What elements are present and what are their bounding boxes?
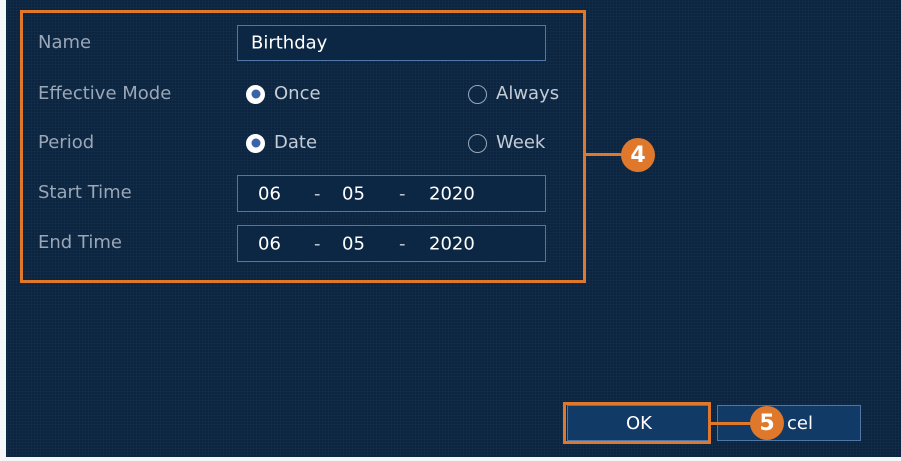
callout-connector: [586, 153, 622, 156]
ok-highlight-box: [563, 402, 711, 444]
dialog-panel: Name Birthday Effective Mode Once Always…: [6, 0, 901, 457]
step-5-callout: 5: [750, 406, 784, 440]
cancel-button-label: cel: [787, 412, 813, 434]
callout-connector: [711, 422, 751, 425]
form-highlight-box: [20, 10, 586, 283]
step-4-callout: 4: [621, 138, 655, 172]
bottom-edge: [0, 457, 901, 461]
